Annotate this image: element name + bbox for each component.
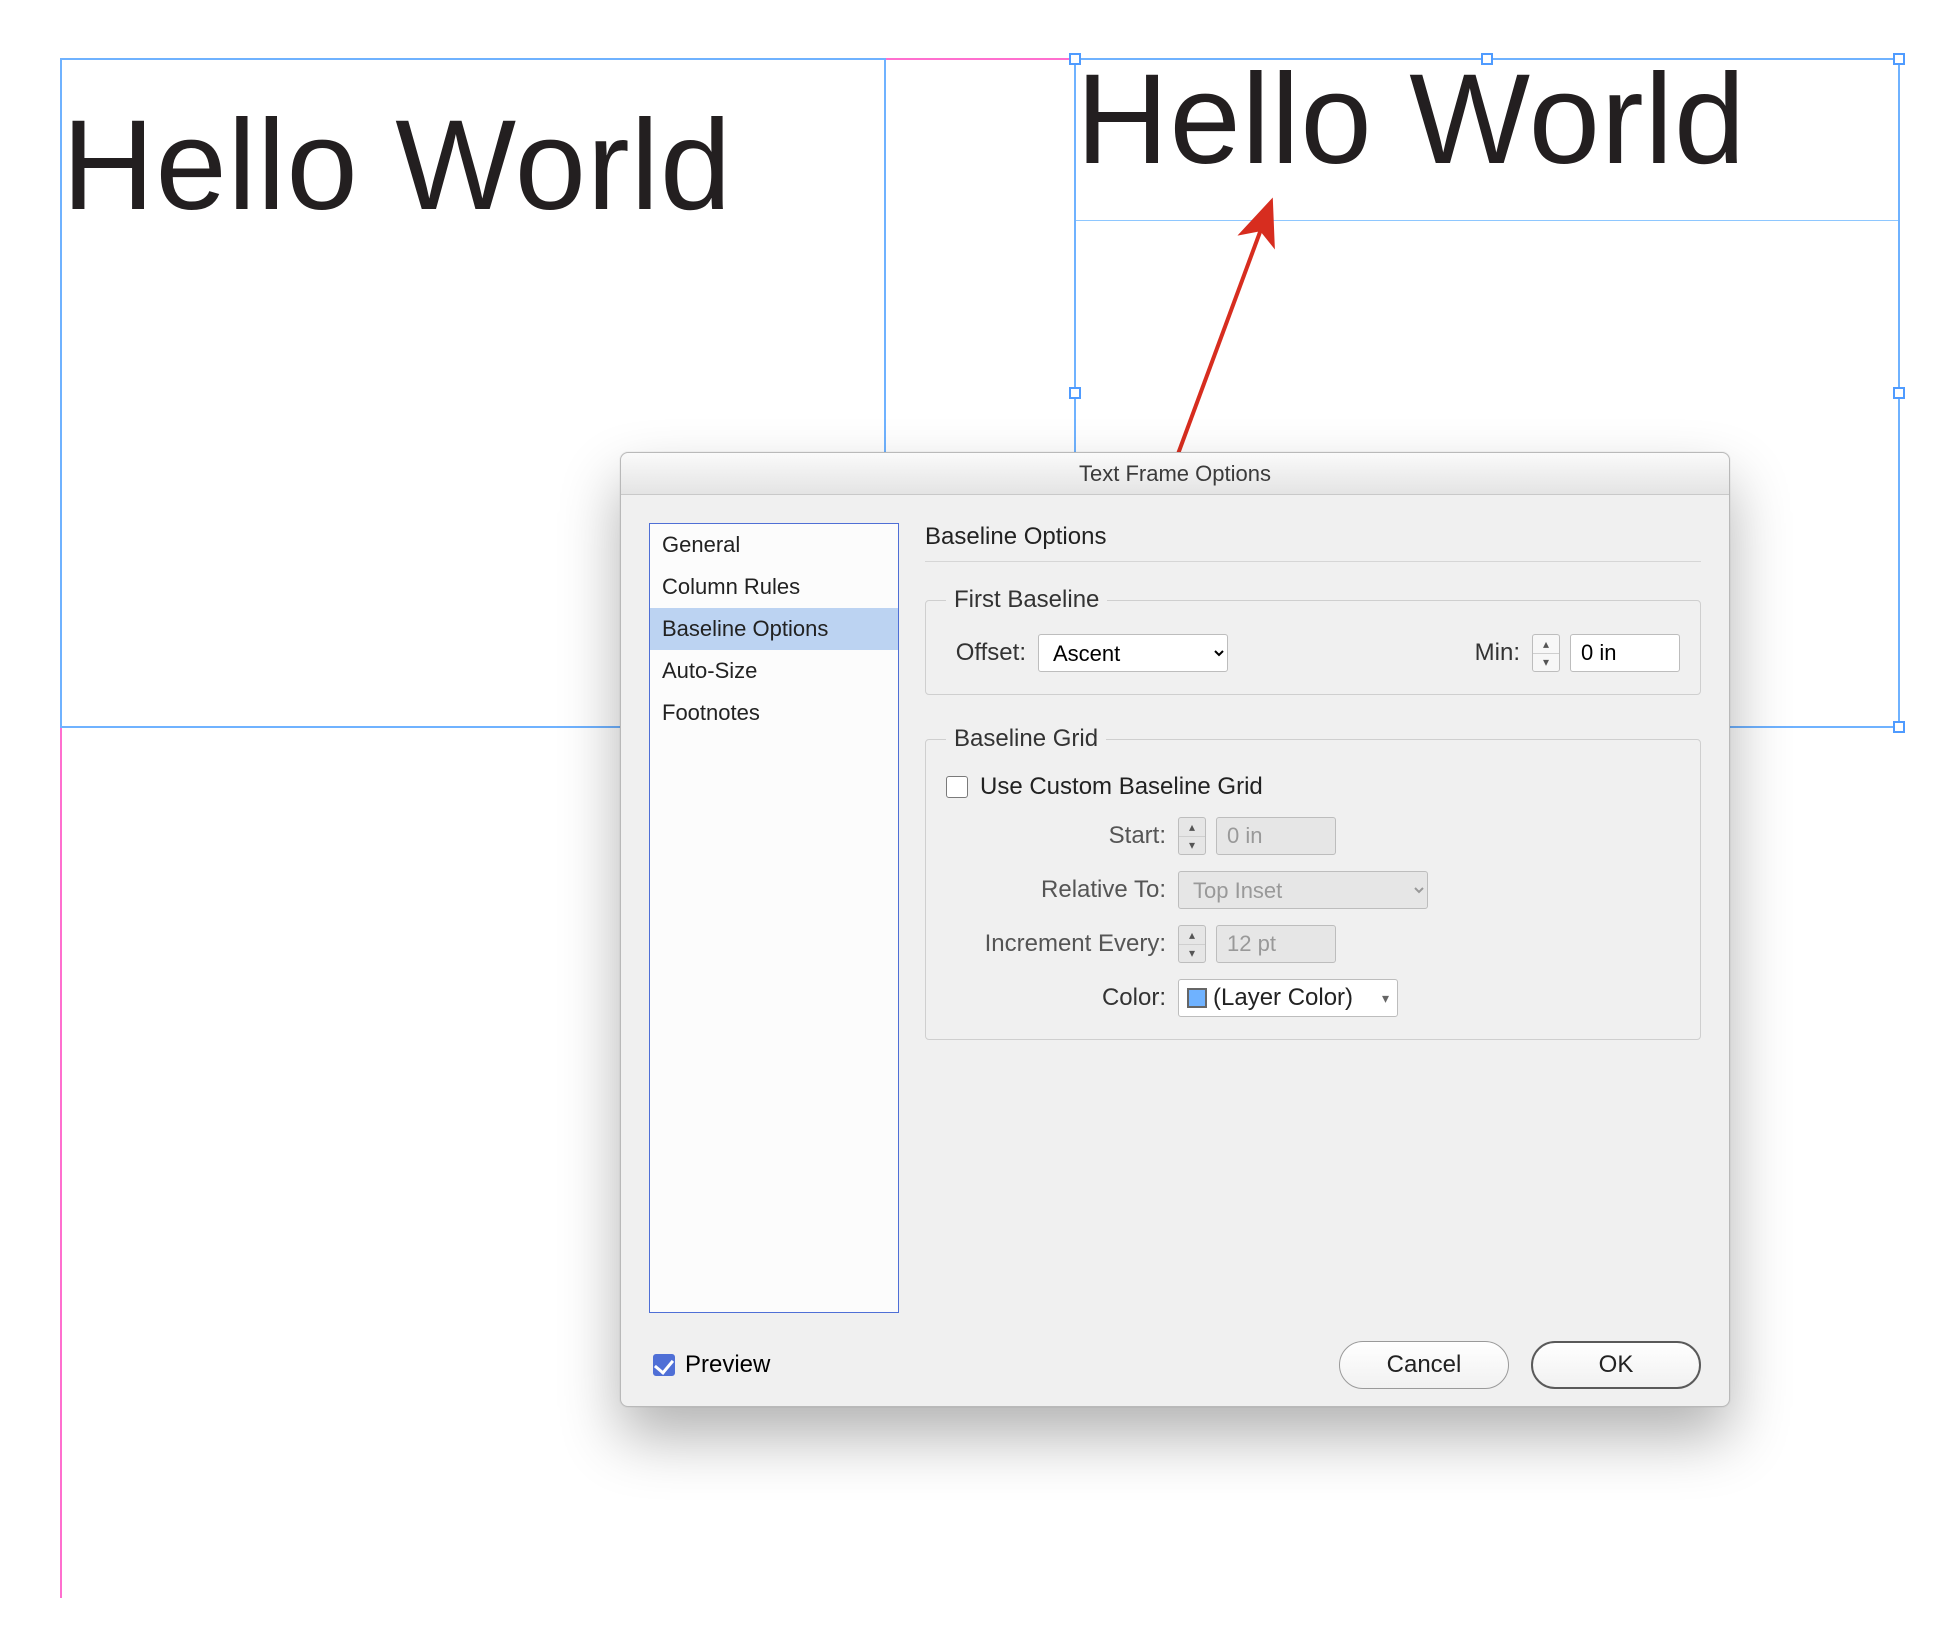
preview-checkbox[interactable] xyxy=(653,1354,675,1376)
min-label: Min: xyxy=(1475,639,1520,667)
dialog-title: Text Frame Options xyxy=(621,453,1729,495)
preview-label: Preview xyxy=(685,1351,770,1379)
start-label: Start: xyxy=(946,822,1166,850)
text-frame-options-dialog: Text Frame Options General Column Rules … xyxy=(620,452,1730,1407)
left-frame-text: Hello World xyxy=(62,92,732,239)
relative-to-label: Relative To: xyxy=(946,876,1166,904)
selection-handle[interactable] xyxy=(1481,53,1493,65)
dialog-body: General Column Rules Baseline Options Au… xyxy=(621,495,1729,1341)
dialog-footer: Preview Cancel OK xyxy=(621,1341,1729,1417)
relative-to-select: Top Inset xyxy=(1178,871,1428,909)
increment-label: Increment Every: xyxy=(946,930,1166,958)
panel-title: Baseline Options xyxy=(925,523,1701,562)
ok-button[interactable]: OK xyxy=(1531,1341,1701,1389)
use-custom-checkbox[interactable] xyxy=(946,776,968,798)
increment-input xyxy=(1216,925,1336,963)
selection-handle[interactable] xyxy=(1893,721,1905,733)
start-input xyxy=(1216,817,1336,855)
baseline-grid-group: Baseline Grid Use Custom Baseline Grid S… xyxy=(925,725,1701,1040)
chevron-down-icon: ▾ xyxy=(1382,990,1389,1007)
offset-label: Offset: xyxy=(946,639,1026,667)
first-baseline-group: First Baseline Offset: Ascent Min: ▴▾ xyxy=(925,586,1701,695)
min-stepper[interactable]: ▴▾ xyxy=(1532,634,1560,672)
color-value: (Layer Color) xyxy=(1213,984,1353,1012)
selection-handle[interactable] xyxy=(1069,53,1081,65)
selection-handle[interactable] xyxy=(1893,387,1905,399)
dialog-sidebar: General Column Rules Baseline Options Au… xyxy=(649,523,899,1313)
cancel-button[interactable]: Cancel xyxy=(1339,1341,1509,1389)
selection-handle[interactable] xyxy=(1069,387,1081,399)
color-label: Color: xyxy=(946,984,1166,1012)
increment-stepper: ▴▾ xyxy=(1178,925,1206,963)
baseline-grid-legend: Baseline Grid xyxy=(946,725,1106,753)
right-frame-text: Hello World xyxy=(1076,46,1746,193)
sidebar-item-baseline-options[interactable]: Baseline Options xyxy=(650,608,898,650)
use-custom-label: Use Custom Baseline Grid xyxy=(980,773,1263,801)
start-stepper: ▴▾ xyxy=(1178,817,1206,855)
offset-select[interactable]: Ascent xyxy=(1038,634,1228,672)
dialog-panel: Baseline Options First Baseline Offset: … xyxy=(925,523,1701,1313)
color-select[interactable]: (Layer Color) ▾ xyxy=(1178,979,1398,1017)
color-swatch-icon xyxy=(1187,988,1207,1008)
sidebar-item-column-rules[interactable]: Column Rules xyxy=(650,566,898,608)
sidebar-item-general[interactable]: General xyxy=(650,524,898,566)
sidebar-item-auto-size[interactable]: Auto-Size xyxy=(650,650,898,692)
first-baseline-legend: First Baseline xyxy=(946,586,1107,614)
min-input[interactable] xyxy=(1570,634,1680,672)
sidebar-item-footnotes[interactable]: Footnotes xyxy=(650,692,898,734)
selection-handle[interactable] xyxy=(1893,53,1905,65)
